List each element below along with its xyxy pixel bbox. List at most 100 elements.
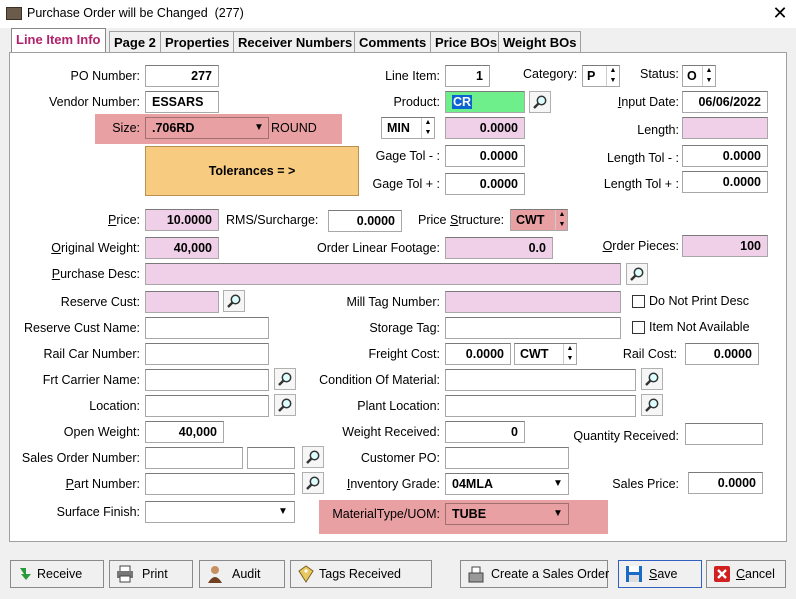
tab-line-item-info[interactable]: Line Item Info: [11, 28, 106, 53]
original-weight-field[interactable]: 40,000: [145, 237, 219, 259]
rail-car-number-label: Rail Car Number:: [43, 347, 140, 361]
rms-surcharge-field[interactable]: 0.0000: [328, 210, 402, 232]
location-field[interactable]: [145, 395, 269, 417]
sales-order-search-icon[interactable]: [302, 446, 324, 468]
input-date-field[interactable]: 06/06/2022: [682, 91, 768, 113]
condition-of-material-label: Condition Of Material:: [319, 373, 440, 387]
item-not-available-checkbox[interactable]: [632, 321, 645, 334]
inventory-grade-dropdown-icon[interactable]: ▼: [549, 474, 567, 494]
audit-button[interactable]: Audit: [199, 560, 285, 588]
condition-search-icon[interactable]: [641, 368, 663, 390]
price-label: Price:: [108, 213, 140, 227]
sales-order-number-field[interactable]: [145, 447, 243, 469]
length-tol-plus-field[interactable]: 0.0000: [682, 171, 768, 193]
min-max-spinner-icon[interactable]: ▲ ▼: [421, 118, 434, 138]
po-number-field[interactable]: 277: [145, 65, 219, 87]
reserve-cust-search-icon[interactable]: [223, 290, 245, 312]
quantity-received-field[interactable]: [685, 423, 763, 445]
rms-surcharge-label: RMS/Surcharge:: [226, 213, 319, 227]
product-field[interactable]: CR: [445, 91, 525, 113]
freight-unit-value: CWT: [520, 347, 549, 361]
line-item-label: Line Item:: [385, 69, 440, 83]
print-button[interactable]: Print: [109, 560, 193, 588]
plant-location-field[interactable]: [445, 395, 636, 417]
location-search-icon[interactable]: [274, 394, 296, 416]
plant-location-search-icon[interactable]: [641, 394, 663, 416]
order-pieces-field[interactable]: 100: [682, 235, 768, 257]
category-spinner-icon[interactable]: ▲ ▼: [606, 66, 619, 86]
line-item-field[interactable]: 1: [445, 65, 490, 87]
category-label: Category:: [523, 67, 578, 81]
size-value: .706RD: [152, 121, 195, 135]
tags-received-label: Tags Received: [319, 567, 401, 581]
material-type-dropdown-icon[interactable]: ▼: [549, 504, 567, 524]
length-field[interactable]: [682, 117, 768, 139]
gage-tol-plus-field[interactable]: 0.0000: [445, 173, 525, 195]
status-spinner-icon[interactable]: ▲ ▼: [702, 66, 715, 86]
freight-cost-field[interactable]: 0.0000: [445, 343, 511, 365]
do-not-print-desc-checkbox[interactable]: [632, 295, 645, 308]
tab-properties[interactable]: Properties: [160, 31, 235, 53]
sales-price-field[interactable]: 0.0000: [688, 472, 763, 494]
material-type-uom-value: TUBE: [452, 507, 487, 521]
frt-carrier-name-field[interactable]: [145, 369, 269, 391]
part-number-search-icon[interactable]: [302, 472, 324, 494]
surface-finish-dropdown-icon[interactable]: ▼: [274, 502, 292, 522]
mill-tag-number-field[interactable]: [445, 291, 621, 313]
tags-received-button[interactable]: Tags Received: [290, 560, 432, 588]
sales-price-label: Sales Price:: [612, 477, 679, 491]
close-icon[interactable]: ✕: [768, 2, 792, 26]
price-structure-value: CWT: [516, 213, 545, 227]
tab-weight-bos[interactable]: Weight BOs: [498, 31, 582, 53]
tab-comments[interactable]: Comments: [354, 31, 432, 53]
size-label: Size:: [112, 121, 140, 135]
tab-price-bos[interactable]: Price BOs: [430, 31, 503, 53]
part-number-field[interactable]: [145, 473, 295, 495]
size-dropdown-icon[interactable]: ▼: [250, 118, 268, 138]
plant-location-label: Plant Location:: [357, 399, 440, 413]
length-tol-minus-field[interactable]: 0.0000: [682, 145, 768, 167]
sales-order-line-field[interactable]: [247, 447, 295, 469]
frt-carrier-search-icon[interactable]: [274, 368, 296, 390]
purchase-desc-field[interactable]: [145, 263, 621, 285]
rail-cost-field[interactable]: 0.0000: [685, 343, 759, 365]
reserve-cust-field[interactable]: [145, 291, 219, 313]
price-structure-spinner-icon[interactable]: ▲ ▼: [555, 210, 568, 230]
tolerances-button[interactable]: Tolerances = >: [145, 146, 359, 196]
weight-received-field[interactable]: 0: [445, 421, 525, 443]
status-value: O: [687, 69, 697, 83]
po-number-label: PO Number:: [70, 69, 140, 83]
rail-car-number-field[interactable]: [145, 343, 269, 365]
freight-unit-spinner-icon[interactable]: ▲ ▼: [563, 344, 576, 364]
receive-icon: [20, 568, 31, 580]
save-button[interactable]: Save: [618, 560, 702, 588]
tab-receiver-numbers[interactable]: Receiver Numbers: [233, 31, 358, 53]
vendor-number-field[interactable]: ESSARS: [145, 91, 219, 113]
cancel-button[interactable]: Cancel: [706, 560, 786, 588]
gage-tol-minus-label: Gage Tol - :: [375, 149, 440, 163]
condition-of-material-field[interactable]: [445, 369, 636, 391]
receive-button[interactable]: Receive: [10, 560, 104, 588]
storage-tag-field[interactable]: [445, 317, 621, 339]
product-value: CR: [452, 95, 473, 109]
price-field[interactable]: 10.0000: [145, 209, 219, 231]
print-label: Print: [142, 567, 168, 581]
gage-tol-plus-label: Gage Tol + :: [372, 177, 440, 191]
create-sales-order-label: Create a Sales Order: [491, 567, 610, 581]
product-search-icon[interactable]: [529, 91, 551, 113]
reserve-cust-name-field[interactable]: [145, 317, 269, 339]
min-max-amount-field[interactable]: 0.0000: [445, 117, 525, 139]
create-sales-order-button[interactable]: Create a Sales Order: [460, 560, 610, 588]
order-linear-footage-field[interactable]: 0.0: [445, 237, 553, 259]
customer-po-label: Customer PO:: [360, 451, 440, 465]
surface-finish-select[interactable]: [145, 501, 295, 523]
product-label: Product:: [393, 95, 440, 109]
purchase-desc-search-icon[interactable]: [626, 263, 648, 285]
gage-tol-minus-field[interactable]: 0.0000: [445, 145, 525, 167]
auditor-icon: [208, 566, 222, 583]
frt-carrier-name-label: Frt Carrier Name:: [42, 373, 140, 387]
tab-page-2[interactable]: Page 2: [109, 31, 161, 53]
price-structure-label: Price Structure:: [418, 213, 505, 227]
open-weight-field[interactable]: 40,000: [145, 421, 224, 443]
customer-po-field[interactable]: [445, 447, 569, 469]
